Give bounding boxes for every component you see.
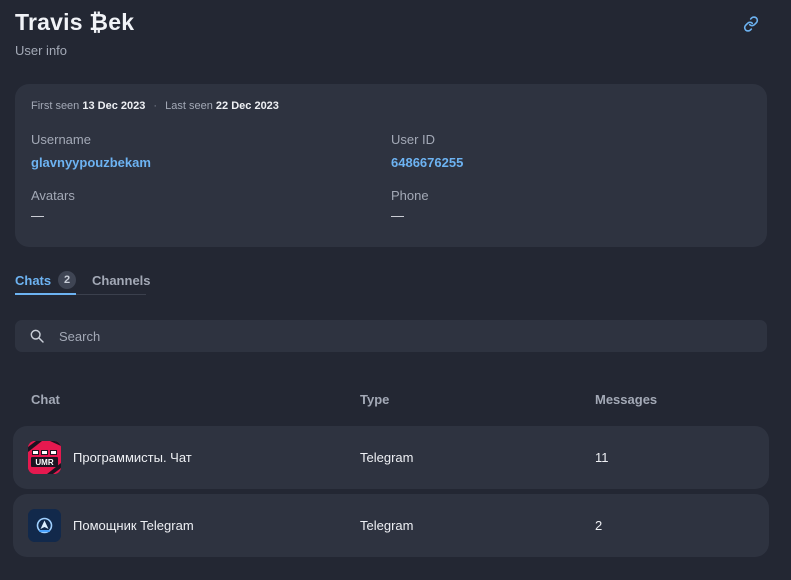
column-header-chat[interactable]: Chat xyxy=(31,392,60,407)
telegram-helper-icon xyxy=(28,509,61,542)
chat-avatar-text: UMR xyxy=(35,458,53,467)
last-seen-value: 22 Dec 2023 xyxy=(215,100,279,112)
first-seen-value: 13 Dec 2023 xyxy=(82,100,146,112)
phone-value: — xyxy=(391,208,404,223)
user-id-link[interactable]: 6486676255 xyxy=(391,155,463,170)
search-bar xyxy=(15,320,767,352)
tab-chats[interactable]: Chats 2 xyxy=(15,268,76,295)
chat-avatar: UMR xyxy=(28,441,61,474)
page-title: Travis ₿ek xyxy=(15,9,135,35)
chat-messages: 11 xyxy=(595,450,609,465)
seen-separator: · xyxy=(153,100,158,112)
user-id-label: User ID xyxy=(391,132,436,147)
user-info-card: First seen 13 Dec 2023 · Last seen 22 De… xyxy=(15,84,767,247)
username-link[interactable]: glavnyypouzbekam xyxy=(31,155,151,170)
chat-avatar xyxy=(28,509,61,542)
chat-name: Программисты. Чат xyxy=(73,450,192,465)
tab-bar: Chats 2 Channels xyxy=(15,268,151,295)
search-icon xyxy=(30,329,44,343)
phone-label: Phone xyxy=(391,188,429,203)
page-subtitle: User info xyxy=(15,43,68,58)
username-label: Username xyxy=(31,132,91,147)
column-header-messages[interactable]: Messages xyxy=(595,392,657,407)
chat-type: Telegram xyxy=(360,518,414,533)
seen-dates: First seen 13 Dec 2023 · Last seen 22 De… xyxy=(31,100,279,112)
tab-chats-label: Chats xyxy=(15,273,52,288)
chats-count-badge: 2 xyxy=(58,271,76,289)
search-input[interactable] xyxy=(59,320,749,352)
chat-messages: 2 xyxy=(595,518,603,533)
link-icon xyxy=(743,16,759,32)
table-row[interactable]: Помощник Telegram Telegram 2 xyxy=(13,494,769,557)
chat-type: Telegram xyxy=(360,450,414,465)
chat-name: Помощник Telegram xyxy=(73,518,194,533)
first-seen-label: First seen xyxy=(31,100,80,112)
avatars-value: — xyxy=(31,208,44,223)
avatars-label: Avatars xyxy=(31,188,75,203)
copy-link-button[interactable] xyxy=(739,12,763,36)
column-header-type[interactable]: Type xyxy=(360,392,389,407)
table-row[interactable]: UMR Программисты. Чат Telegram 11 xyxy=(13,426,769,489)
last-seen-label: Last seen xyxy=(165,100,213,112)
tab-channels[interactable]: Channels xyxy=(92,268,151,295)
tab-channels-label: Channels xyxy=(92,273,151,288)
